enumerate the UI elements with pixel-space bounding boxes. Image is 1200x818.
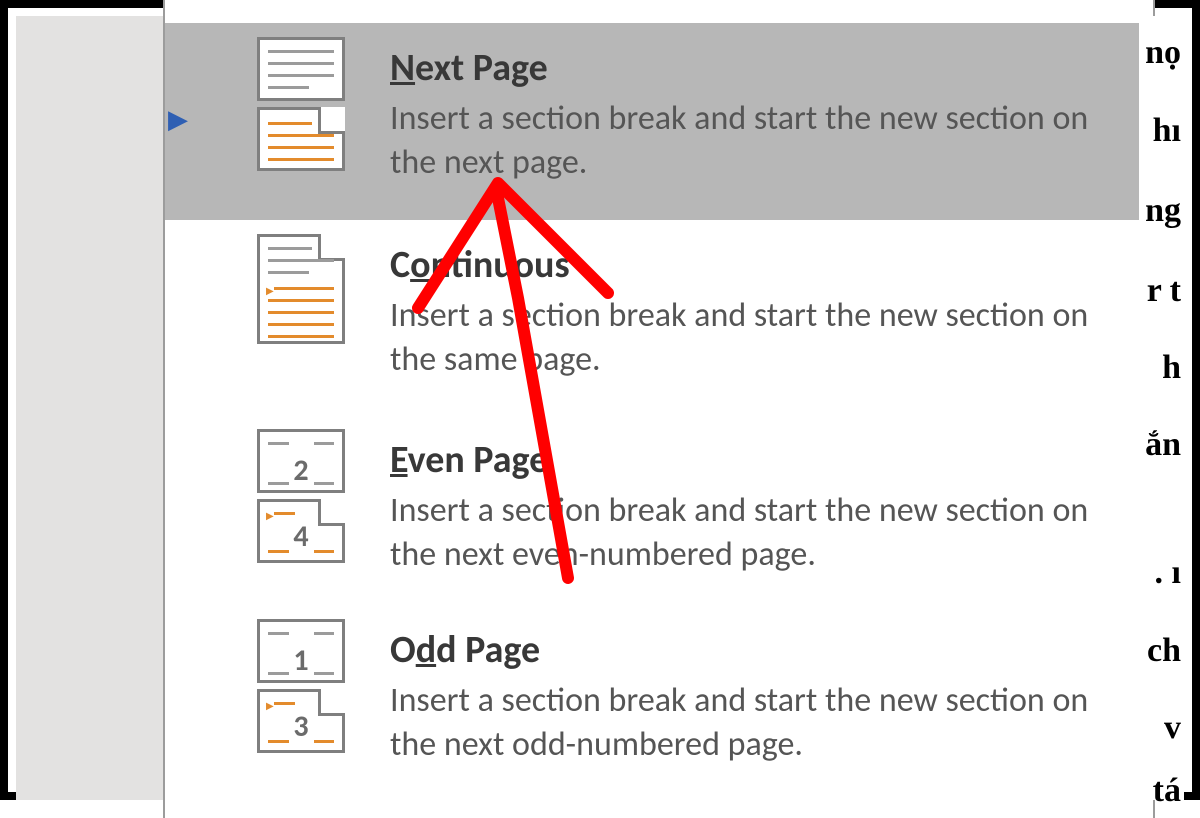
menu-item-odd-page[interactable]: 1 3 ▶ Odd Page Insert a section break an…: [165, 605, 1153, 795]
section-breaks-menu: ▶ Next Page Insert a section: [163, 0, 1155, 818]
submenu-indicator-icon: ▶: [168, 103, 188, 135]
menu-item-description: Insert a section break and start the new…: [390, 679, 1139, 766]
menu-item-title: Even Page: [390, 423, 1139, 483]
even-page-icon: 2 4 ▶: [175, 423, 345, 563]
background-document-text: nọ hı ng r t h ắn . ı ch v tá: [1139, 16, 1184, 800]
menu-item-title: Next Page: [390, 31, 1139, 91]
odd-page-icon: 1 3 ▶: [175, 613, 345, 753]
menu-item-description: Insert a section break and start the new…: [390, 489, 1139, 576]
next-page-icon: [175, 31, 345, 171]
menu-item-continuous[interactable]: ▶ Continuous Insert a section break and …: [165, 220, 1153, 415]
menu-item-even-page[interactable]: 2 4 ▶ Even Page Insert a section break a…: [165, 415, 1153, 605]
menu-item-title: Odd Page: [390, 613, 1139, 673]
menu-item-next-page[interactable]: ▶ Next Page Insert a section: [165, 23, 1153, 220]
menu-item-title: Continuous: [390, 228, 1139, 288]
menu-item-description: Insert a section break and start the new…: [390, 97, 1139, 184]
ribbon-gutter: [16, 16, 163, 800]
screenshot-frame: ▶ Next Page Insert a section: [0, 0, 1200, 800]
menu-item-description: Insert a section break and start the new…: [390, 294, 1139, 381]
continuous-icon: ▶: [175, 228, 345, 344]
